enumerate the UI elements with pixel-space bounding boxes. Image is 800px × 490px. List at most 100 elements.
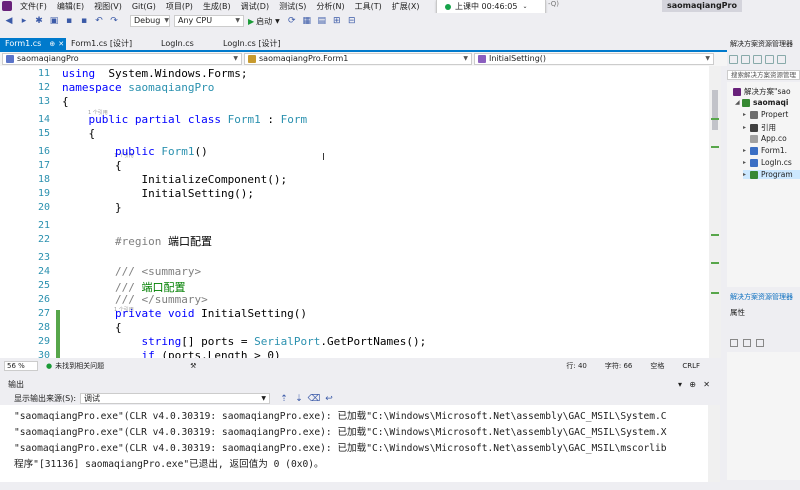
save-icon[interactable]: ▪: [63, 15, 75, 27]
code-token: SerialPort: [254, 335, 321, 348]
platform-select[interactable]: Any CPU ▼: [174, 15, 244, 27]
code-editor[interactable]: 11 12 13 14 15 16 17 18 19 20 21 22 23 24 25 26 27 28 29 30…: [0, 66, 720, 358]
clear-all-icon[interactable]: ⌫: [308, 393, 321, 405]
menu-extensions[interactable]: 扩展(X): [387, 1, 425, 12]
back-icon[interactable]: ◀: [3, 15, 15, 27]
start-button[interactable]: ▶ 启动 ▼: [248, 16, 280, 27]
tab-form1-cs[interactable]: Form1.cs ⊕ ✕: [0, 38, 66, 50]
editor-vertical-scrollbar[interactable]: [709, 66, 721, 358]
code-token: {: [62, 127, 96, 140]
scrollbar-thumb[interactable]: [712, 90, 718, 130]
forward-icon[interactable]: ▸: [18, 15, 30, 27]
tab-login-designer[interactable]: LogIn.cs [设计]: [218, 38, 308, 50]
chevron-down-icon[interactable]: ▾: [678, 379, 682, 391]
search-hint[interactable]: -Q): [548, 0, 559, 8]
tab-form1-designer[interactable]: Form1.cs [设计]: [66, 38, 156, 50]
editor-status-bar: 56 % ● 未找到相关问题 ⚒ 行: 40 字符: 66 空格 CRLF: [0, 360, 720, 372]
redo-icon[interactable]: ↷: [108, 15, 120, 27]
solution-explorer-tab[interactable]: 解决方案资源管理器: [727, 292, 800, 302]
menu-view[interactable]: 视图(V): [89, 1, 127, 12]
back-icon[interactable]: [729, 54, 738, 64]
settings-icon[interactable]: [777, 54, 786, 64]
start-label: 启动: [256, 16, 273, 26]
solution-explorer-toolbar: [727, 52, 800, 66]
tree-item-program[interactable]: ▸ Program: [743, 170, 800, 179]
menu-file[interactable]: 文件(F): [15, 1, 52, 12]
toolbar-tool-icon[interactable]: ⊞: [331, 15, 343, 27]
class-nav-select[interactable]: saomaqiangPro.Form1 ▼: [244, 53, 472, 65]
hot-reload-icon[interactable]: ⟳: [286, 15, 298, 27]
categorized-icon[interactable]: [730, 339, 738, 347]
expand-arrow-icon[interactable]: ▸: [743, 147, 750, 154]
pin-icon[interactable]: ⊕: [49, 38, 55, 50]
close-icon[interactable]: ✕: [58, 38, 64, 50]
menu-edit[interactable]: 编辑(E): [52, 1, 89, 12]
tree-item-label: 引用: [761, 123, 776, 132]
expand-arrow-icon[interactable]: ▸: [743, 171, 750, 178]
properties-header: 属性: [730, 308, 745, 317]
home-icon[interactable]: [753, 54, 762, 64]
toolbar-tool-icon[interactable]: ▤: [316, 15, 328, 27]
tab-login-cs[interactable]: LogIn.cs: [156, 38, 218, 50]
new-project-icon[interactable]: ✱: [33, 15, 45, 27]
csharp-file-icon: [750, 170, 758, 179]
expand-arrow-icon[interactable]: ◢: [735, 99, 742, 106]
issues-status[interactable]: 未找到相关问题: [55, 361, 104, 371]
play-icon: ▶: [248, 16, 255, 26]
tree-item-form1[interactable]: ▸ Form1.: [743, 146, 787, 155]
tree-item-app-config[interactable]: App.co: [743, 134, 787, 143]
live-dot-icon: [445, 3, 451, 10]
close-icon[interactable]: ✕: [703, 379, 710, 391]
find-message-icon[interactable]: ⇡: [278, 393, 290, 405]
tree-item-solution[interactable]: 解决方案"sao: [733, 86, 791, 97]
tree-item-references[interactable]: ▸ 引用: [743, 122, 776, 133]
undo-icon[interactable]: ↶: [93, 15, 105, 27]
code-line: {: [62, 321, 122, 334]
next-message-icon[interactable]: ⇣: [293, 393, 305, 405]
expand-arrow-icon[interactable]: ▸: [743, 111, 750, 118]
output-line: "saomaqiangPro.exe"(CLR v4.0.30319: saom…: [14, 443, 667, 454]
menu-analyze[interactable]: 分析(N): [311, 1, 349, 12]
zoom-select[interactable]: 56 %: [4, 361, 38, 371]
solution-search-input[interactable]: 搜索解决方案资源管理: [727, 70, 800, 80]
chevron-down-icon: ▼: [261, 395, 267, 402]
tree-item-login[interactable]: ▸ LogIn.cs: [743, 158, 792, 167]
config-file-icon: [750, 134, 758, 143]
open-folder-icon[interactable]: ▣: [48, 15, 60, 27]
menu-git[interactable]: Git(G): [127, 2, 161, 11]
expand-arrow-icon[interactable]: ▸: [743, 124, 750, 131]
tree-item-label: App.co: [761, 134, 787, 143]
sync-icon[interactable]: [765, 54, 774, 64]
chevron-down-icon[interactable]: ⌄: [522, 3, 527, 10]
output-source-select[interactable]: 调试 ▼: [80, 393, 271, 404]
member-nav-select[interactable]: InitialSetting() ▼: [474, 53, 714, 65]
expand-arrow-icon[interactable]: ▸: [743, 159, 750, 166]
tree-item-properties[interactable]: ▸ Propert: [743, 110, 788, 119]
wrench-icon: [750, 110, 758, 119]
forward-icon[interactable]: [741, 54, 750, 64]
toolbar-tool-icon[interactable]: ⊟: [346, 15, 358, 27]
menu-project[interactable]: 项目(P): [161, 1, 198, 12]
toolbar-tool-icon[interactable]: ▦: [301, 15, 313, 27]
menu-tools[interactable]: 工具(T): [350, 1, 387, 12]
pin-icon[interactable]: ⊕: [689, 379, 696, 391]
live-session-popup[interactable]: 上课中 00:46:05 ⌄: [436, 0, 546, 14]
menu-debug[interactable]: 调试(D): [236, 1, 274, 12]
menu-build[interactable]: 生成(B): [198, 1, 236, 12]
property-pages-icon[interactable]: [756, 339, 764, 347]
menu-test[interactable]: 测试(S): [274, 1, 311, 12]
output-text-area[interactable]: "saomaqiangPro.exe"(CLR v4.0.30319: saom…: [0, 405, 708, 482]
code-token: (): [194, 145, 208, 158]
word-wrap-icon[interactable]: ↩: [323, 393, 335, 405]
code-line: InitializeComponent();: [62, 173, 287, 186]
brush-icon[interactable]: ⚒: [190, 362, 196, 370]
alphabetical-icon[interactable]: [743, 339, 751, 347]
tree-item-project[interactable]: ◢ saomaqi: [735, 98, 789, 107]
output-vertical-scrollbar[interactable]: [708, 405, 720, 482]
properties-toolbar: [727, 337, 800, 349]
configuration-select[interactable]: Debug ▼: [130, 15, 170, 27]
platform-value: Any CPU: [178, 16, 213, 25]
project-nav-select[interactable]: saomaqiangPro ▼: [2, 53, 242, 65]
save-all-icon[interactable]: ▪: [78, 15, 90, 27]
